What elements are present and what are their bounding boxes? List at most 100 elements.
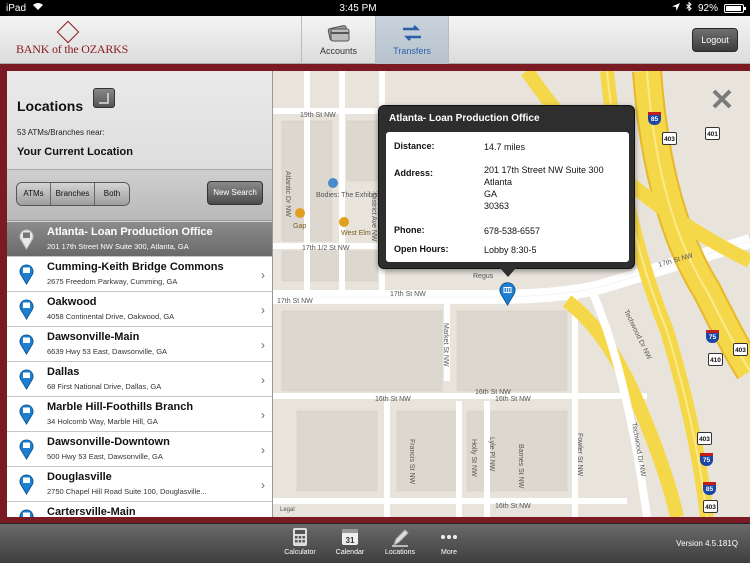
shopping-poi-icon[interactable] — [295, 208, 305, 218]
distance-value: 14.7 miles — [484, 142, 526, 152]
bluetooth-icon — [686, 1, 692, 14]
address-value[interactable]: 201 17th Street NW Suite 300 Atlanta GA … — [484, 164, 604, 212]
version-label: Version 4.5.181Q — [676, 539, 738, 548]
toolbar-locations[interactable]: Locations — [375, 527, 425, 556]
callout-title: Atlanta- Loan Production Office — [389, 113, 540, 124]
location-row[interactable]: Dawsonville-Downtown 500 Hwy 53 East, Daw… — [7, 432, 272, 467]
chevron-right-icon: › — [261, 478, 265, 492]
highway-shield-icon: 85 — [648, 112, 661, 125]
location-row[interactable]: Oakwood 4058 Continental Drive, Oakwood, … — [7, 292, 272, 327]
location-callout: Atlanta- Loan Production Office Distance… — [378, 105, 635, 269]
logout-button[interactable]: Logout — [692, 28, 738, 52]
bank-pin-icon — [19, 438, 34, 460]
current-location-label: Your Current Location — [17, 146, 133, 158]
map-label-market: Market St NW — [442, 323, 449, 367]
location-row[interactable]: Atlanta- Loan Production Office 201 17th … — [7, 222, 272, 257]
location-row[interactable]: Cumming-Keith Bridge Commons 2675 Freedom… — [7, 257, 272, 292]
device-label: iPad — [6, 2, 27, 14]
battery-level — [726, 5, 741, 11]
toolbar-more[interactable]: More — [424, 527, 474, 556]
bottom-toolbar: Calculator 31 Calendar Locations More Ve… — [0, 523, 750, 563]
bank-pin-icon — [19, 228, 34, 250]
segment-both[interactable]: Both — [95, 183, 129, 205]
highway-shield-icon: 403 — [697, 432, 712, 445]
location-row[interactable]: Douglasville 2750 Chapel Hill Road Suite … — [7, 467, 272, 502]
chevron-right-icon: › — [261, 338, 265, 352]
chevron-right-icon: › — [261, 408, 265, 422]
location-name: Marble Hill-Foothills Branch — [47, 401, 194, 413]
poi-regus: Regus — [473, 273, 494, 280]
map-label-fowler: Fowler St NW — [576, 433, 583, 477]
tab-transfers[interactable]: Transfers — [375, 16, 449, 64]
location-address: 68 First National Drive, Dallas, GA — [47, 382, 162, 391]
bank-pin-icon — [19, 368, 34, 390]
callout-pointer — [500, 268, 516, 277]
hours-value: Lobby 8:30-5 — [484, 245, 537, 255]
shopping-poi-icon-2[interactable] — [339, 217, 349, 227]
phone-value[interactable]: 678-538-6557 — [484, 225, 540, 237]
type-segmented-control: ATMs Branches Both — [16, 182, 130, 206]
toolbar-locations-label: Locations — [385, 549, 415, 556]
locations-pen-icon — [390, 527, 410, 547]
location-address: 2675 Freedom Parkway, Cumming, GA — [47, 277, 178, 286]
chevron-right-icon: › — [261, 443, 265, 457]
toolbar-calculator-label: Calculator — [284, 549, 316, 556]
chevron-right-icon: › — [261, 303, 265, 317]
highway-shield-icon: 403 — [703, 500, 718, 513]
location-row[interactable]: Dawsonville-Main 6639 Hwy 53 East, Dawson… — [7, 327, 272, 362]
toolbar-calculator[interactable]: Calculator — [275, 527, 325, 556]
address-line-2: Atlanta — [484, 177, 513, 187]
location-address: 4058 Continental Drive, Oakwood, GA — [47, 312, 175, 321]
calculator-icon — [290, 527, 310, 547]
tab-transfers-label: Transfers — [393, 46, 431, 56]
bank-pin-icon — [499, 282, 516, 306]
map-label-19th: 19th St NW — [300, 112, 336, 119]
highway-shield-icon: 75 — [706, 330, 719, 343]
segment-branches[interactable]: Branches — [51, 183, 95, 205]
callout-body: Distance: 14.7 miles Address: 201 17th S… — [386, 132, 629, 262]
credit-card-icon — [327, 24, 351, 42]
bank-logo: BANK of the OZARKS — [14, 20, 128, 58]
logo-emblem-icon — [56, 20, 80, 44]
calendar-icon: 31 — [340, 527, 360, 547]
location-name: Oakwood — [47, 296, 97, 308]
tab-accounts[interactable]: Accounts — [301, 16, 375, 64]
map-label-atlantic: Atlantic Dr NW — [284, 171, 291, 217]
address-line-4: 30363 — [484, 201, 510, 211]
location-address: 6639 Hwy 53 East, Dawsonville, GA — [47, 347, 168, 356]
map-label-francis: Francis St NW — [408, 439, 415, 485]
bank-pin-icon — [19, 298, 34, 320]
map-label-16th-b: 16th St NW — [375, 396, 411, 403]
locations-list: Atlanta- Loan Production Office 201 17th … — [7, 222, 272, 517]
map-label-17th-b: 17th St NW — [390, 291, 426, 298]
transfer-arrows-icon — [400, 24, 424, 42]
map-legal-link[interactable]: Legal — [280, 507, 295, 513]
address-line-1: 201 17th Street NW Suite 300 — [484, 165, 604, 175]
map-label-17th-half: 17th 1/2 St NW — [302, 245, 350, 252]
map-label-17th-a: 17th St NW — [277, 298, 313, 305]
bank-pin-icon — [19, 263, 34, 285]
close-map-button[interactable] — [708, 85, 736, 113]
new-search-button[interactable]: New Search — [207, 181, 263, 205]
map-label-holly: Holly St NW — [470, 439, 477, 477]
toolbar-calendar[interactable]: 31 Calendar — [325, 527, 375, 556]
highway-shield-icon: 85 — [703, 482, 716, 495]
map-label-16th-a: 16th St NW — [475, 389, 511, 396]
phone-label: Phone: — [394, 225, 425, 235]
bank-pin-icon — [19, 473, 34, 495]
location-row[interactable]: Marble Hill-Foothills Branch 34 Holcomb W… — [7, 397, 272, 432]
museum-poi-icon[interactable] — [328, 178, 338, 188]
location-name: Douglasville — [47, 471, 112, 483]
location-row[interactable]: Cartersville-Main › — [7, 502, 272, 517]
location-name: Cumming-Keith Bridge Commons — [47, 261, 224, 273]
chevron-right-icon: › — [261, 513, 265, 517]
filter-icon[interactable] — [93, 88, 115, 108]
map-location-pin[interactable] — [499, 282, 516, 306]
battery-icon — [724, 3, 746, 13]
location-name: Cartersville-Main — [47, 506, 136, 517]
segment-atms[interactable]: ATMs — [17, 183, 51, 205]
highway-shield-icon: 401 — [705, 127, 720, 140]
bank-pin-icon — [19, 403, 34, 425]
tab-accounts-label: Accounts — [319, 46, 358, 56]
location-row[interactable]: Dallas 68 First National Drive, Dallas, G… — [7, 362, 272, 397]
